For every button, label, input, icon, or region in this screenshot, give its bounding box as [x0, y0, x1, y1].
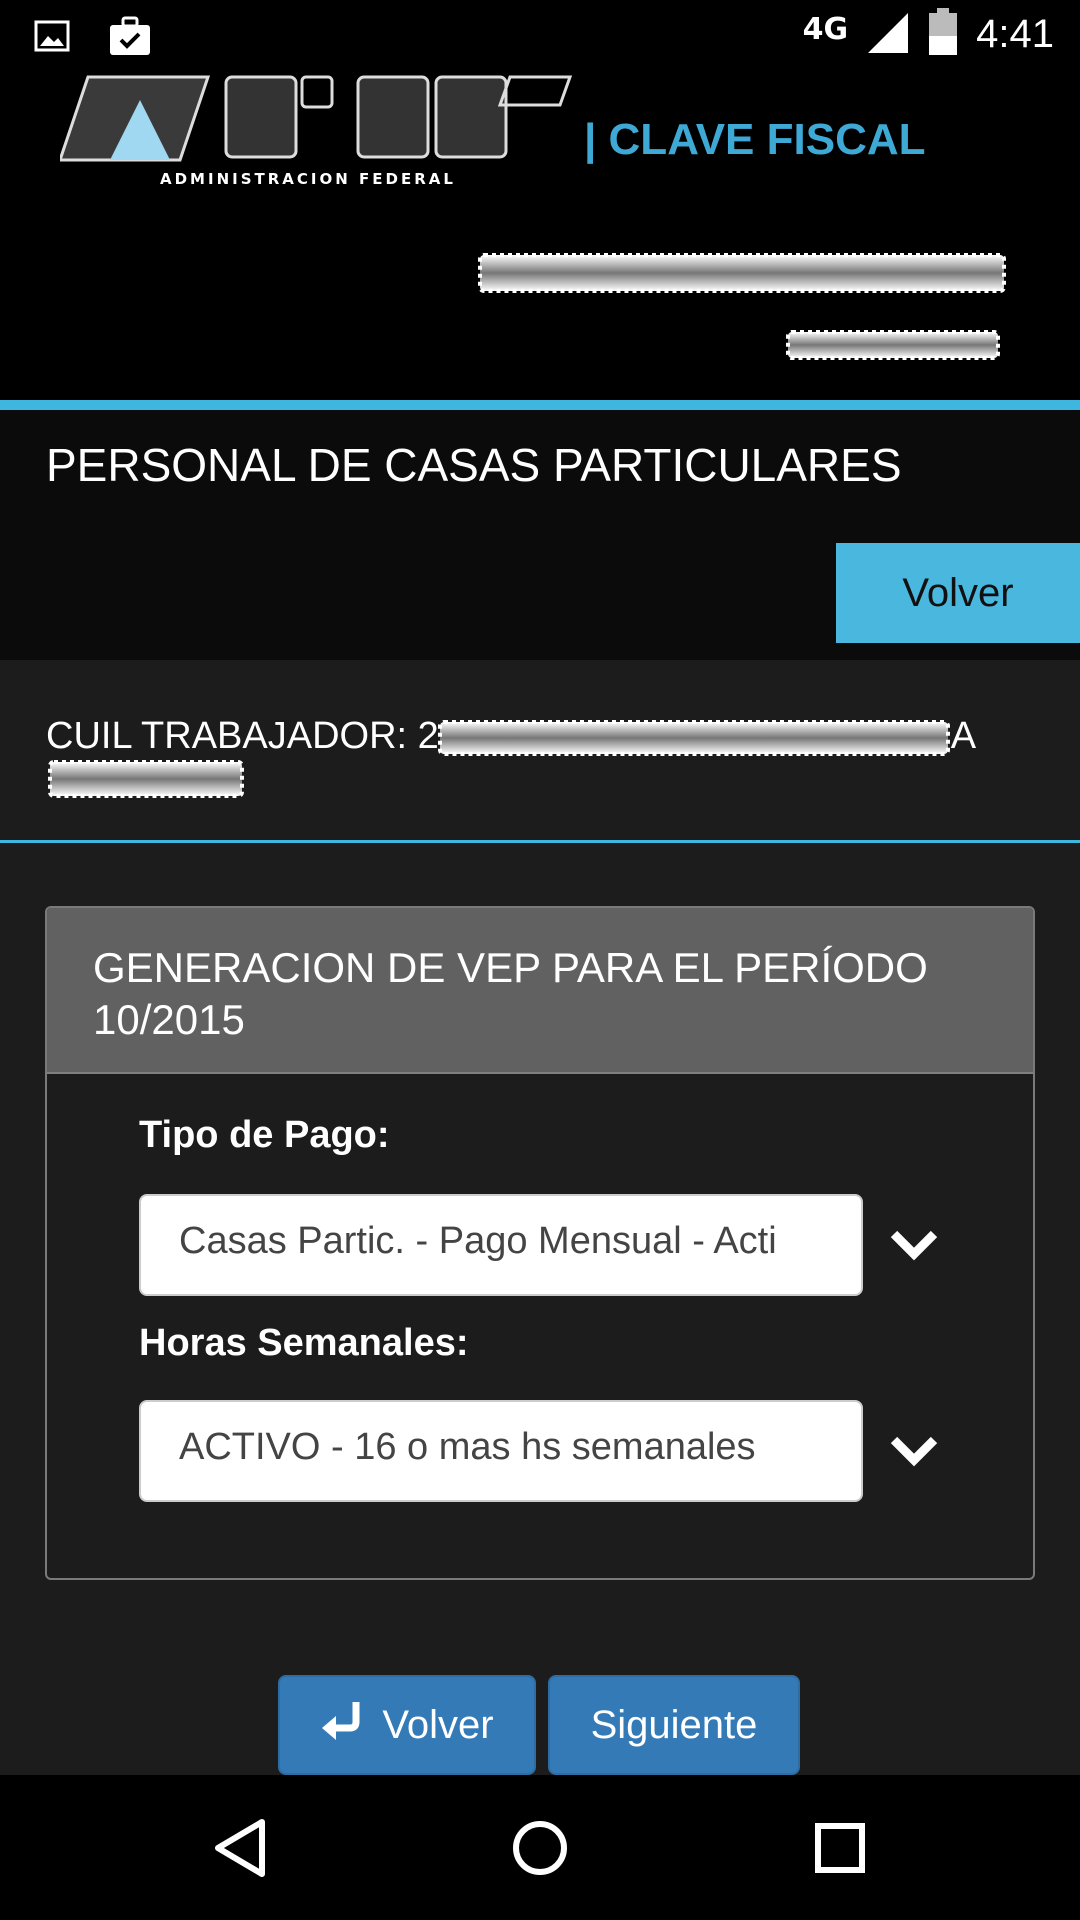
home-icon[interactable] — [505, 1813, 575, 1883]
signal-icon — [866, 9, 910, 59]
afip-logo: ADMINISTRACION FEDERAL — [57, 75, 580, 195]
redacted-user-id — [786, 330, 1000, 360]
battery-icon — [928, 8, 958, 60]
return-arrow-icon — [320, 1700, 364, 1750]
chevron-down-icon[interactable] — [889, 1434, 939, 1468]
network-type: 4G — [802, 11, 849, 47]
siguiente-button[interactable]: Siguiente — [548, 1675, 800, 1775]
clock: 4:41 — [976, 11, 1054, 56]
volver-button-label: Volver — [382, 1702, 494, 1747]
panel-title: GENERACION DE VEP PARA EL PERÍODO 10/201… — [47, 908, 1033, 1074]
logo-subtitle: ADMINISTRACION FEDERAL — [160, 170, 456, 188]
cuil-label: CUIL TRABAJADOR: 2 — [46, 715, 439, 757]
cuil-suffix: A — [950, 715, 977, 757]
page-title: PERSONAL DE CASAS PARTICULARES — [46, 439, 902, 491]
accent-bar — [0, 400, 1080, 410]
status-bar: 4G 4:41 — [0, 0, 1080, 75]
clave-fiscal-brand: | CLAVE FISCAL — [584, 115, 926, 164]
volver-top-button[interactable]: Volver — [836, 543, 1080, 643]
tipo-pago-select[interactable]: Casas Partic. - Pago Mensual - Acti — [139, 1194, 863, 1296]
section-divider — [0, 840, 1080, 843]
header: ADMINISTRACION FEDERAL | CLAVE FISCAL — [0, 75, 1080, 400]
title-section: PERSONAL DE CASAS PARTICULARES Volver — [0, 410, 1080, 660]
redacted-worker-name — [48, 760, 244, 798]
redacted-cuil — [438, 720, 950, 756]
horas-semanales-select[interactable]: ACTIVO - 16 o mas hs semanales — [139, 1400, 863, 1502]
tipo-pago-label: Tipo de Pago: — [139, 1114, 390, 1156]
back-icon[interactable] — [205, 1813, 275, 1883]
redacted-user-name — [478, 253, 1006, 293]
recents-icon[interactable] — [805, 1813, 875, 1883]
main-content: CUIL TRABAJADOR: 2 A GENERACION DE VEP PA… — [0, 660, 1080, 1775]
chevron-down-icon[interactable] — [889, 1228, 939, 1262]
horas-semanales-label: Horas Semanales: — [139, 1322, 469, 1364]
android-nav-bar — [0, 1775, 1080, 1920]
briefcase-check-icon — [108, 16, 152, 60]
volver-button[interactable]: Volver — [278, 1675, 536, 1775]
vep-panel: GENERACION DE VEP PARA EL PERÍODO 10/201… — [45, 906, 1035, 1580]
image-icon — [34, 20, 70, 56]
